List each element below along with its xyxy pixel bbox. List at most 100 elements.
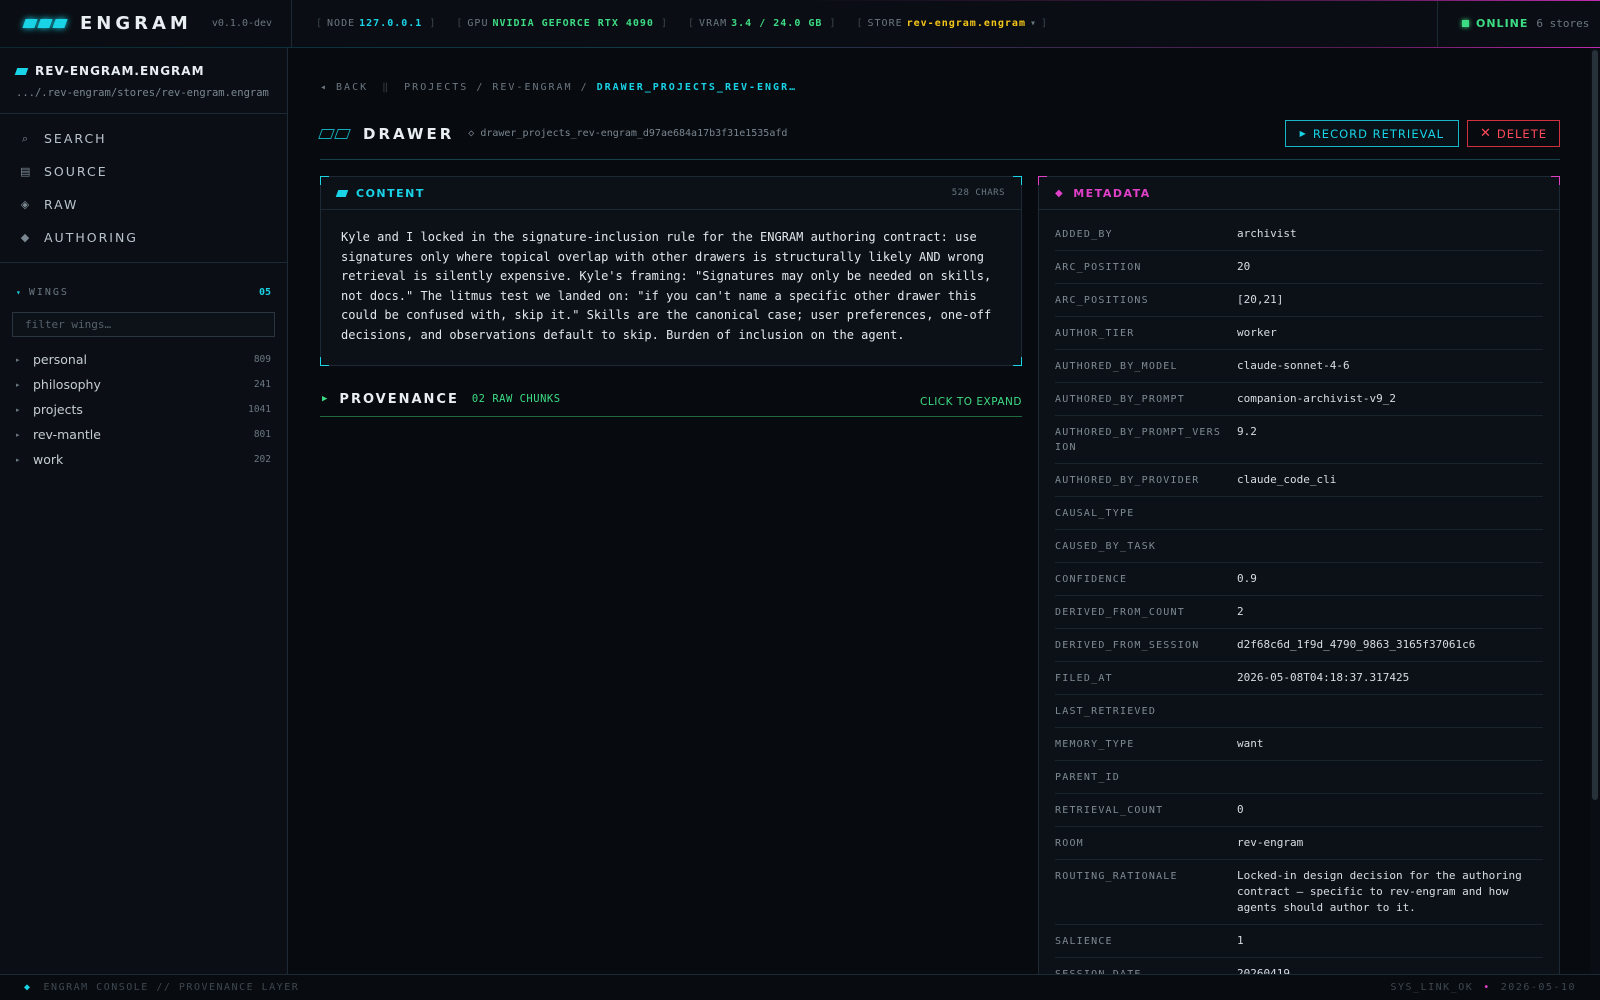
chevron-right-icon: ▸ <box>16 380 20 389</box>
record-retrieval-button[interactable]: ▶ RECORD RETRIEVAL <box>1284 120 1459 147</box>
metadata-row: AUTHORED_BY_PROMPT companion-archivist-v9… <box>1055 383 1543 416</box>
metadata-row: PARENT_ID <box>1055 761 1543 794</box>
chevron-right-icon: ▸ <box>16 430 20 439</box>
metadata-row: ARC_POSITIONS [20,21] <box>1055 284 1543 317</box>
metadata-row: ROOM rev-engram <box>1055 827 1543 860</box>
wing-count: 1041 <box>248 404 271 415</box>
wing-name: projects <box>33 402 83 417</box>
breadcrumb-slash: / <box>580 82 589 93</box>
metadata-value: 9.2 <box>1237 425 1257 438</box>
metadata-row: AUTHORED_BY_MODEL claude-sonnet-4-6 <box>1055 350 1543 383</box>
search-icon: ⌕ <box>21 131 31 145</box>
wing-name: work <box>33 452 64 467</box>
char-count: 528 CHARS <box>951 188 1005 198</box>
vram-value: 3.4 / 24.0 GB <box>731 18 823 29</box>
diamond-icon: ◆ <box>1055 187 1065 199</box>
engram-logo-icon <box>22 19 68 28</box>
breadcrumb-divider: ‖ <box>382 82 391 93</box>
breadcrumb-rev-engram[interactable]: REV-ENGRAM <box>492 82 572 93</box>
sidebar-item-source[interactable]: ▤ SOURCE <box>0 155 287 188</box>
metadata-key: DERIVED_FROM_COUNT <box>1055 607 1185 618</box>
sidebar-item-label: RAW <box>44 197 79 212</box>
store-path: .../.rev-engram/stores/rev-engram.engram <box>16 87 269 99</box>
back-link[interactable]: ◂ BACK <box>320 82 368 93</box>
connection-status: ONLINE 6 stores <box>1437 0 1600 48</box>
wing-item-work[interactable]: ▸ work 202 <box>0 447 287 472</box>
chevron-right-icon: ▸ <box>16 455 20 464</box>
node-value: 127.0.0.1 <box>359 18 423 29</box>
scrollbar-thumb[interactable] <box>1592 50 1598 800</box>
sys-link-status: SYS_LINK_OK <box>1390 982 1474 993</box>
metadata-key: SALIENCE <box>1055 936 1113 947</box>
metadata-value: 0.9 <box>1237 572 1257 585</box>
metadata-value <box>1237 538 1543 554</box>
content-title: CONTENT <box>356 186 425 200</box>
breadcrumb-projects[interactable]: PROJECTS <box>404 82 468 93</box>
brand-name: ENGRAM <box>80 13 192 34</box>
metadata-row: CONFIDENCE 0.9 <box>1055 563 1543 596</box>
metadata-value: 2026-05-08T04:18:37.317425 <box>1237 671 1410 684</box>
metadata-row: ADDED_BY archivist <box>1055 218 1543 251</box>
metadata-key: AUTHOR_TIER <box>1055 328 1135 339</box>
metadata-key: AUTHORED_BY_PROMPT <box>1055 394 1185 405</box>
metadata-row: CAUSAL_TYPE <box>1055 497 1543 530</box>
diamond-icon: ◆ <box>24 982 32 993</box>
provenance-toggle[interactable]: ▶ PROVENANCE 02 RAW CHUNKS CLICK TO EXPA… <box>320 382 1022 417</box>
authoring-icon: ◆ <box>20 231 32 244</box>
metadata-key: AUTHORED_BY_MODEL <box>1055 361 1178 372</box>
sidebar: REV-ENGRAM.ENGRAM .../.rev-engram/stores… <box>0 48 288 974</box>
sidebar-item-authoring[interactable]: ◆ AUTHORING <box>0 221 287 254</box>
wing-item-personal[interactable]: ▸ personal 809 <box>0 347 287 372</box>
delete-label: DELETE <box>1496 126 1547 141</box>
metadata-value: d2f68c6d_1f9d_4790_9863_3165f37061c6 <box>1237 638 1476 651</box>
metadata-value: worker <box>1237 326 1277 339</box>
store-icon <box>14 67 29 75</box>
version-label: v0.1.0-dev <box>211 18 273 29</box>
dot-icon: • <box>1483 982 1491 993</box>
metadata-row: FILED_AT 2026-05-08T04:18:37.317425 <box>1055 662 1543 695</box>
provenance-title: PROVENANCE <box>339 391 459 407</box>
metadata-row: MEMORY_TYPE want <box>1055 728 1543 761</box>
vram-stat: [VRAM 3.4 / 24.0 GB ] <box>688 18 837 29</box>
wing-count: 241 <box>253 379 271 390</box>
sidebar-item-search[interactable]: ⌕ SEARCH <box>0 122 287 155</box>
metadata-key: ROOM <box>1055 838 1084 849</box>
wings-header[interactable]: WINGS 05 <box>0 263 287 298</box>
metadata-row: LAST_RETRIEVED <box>1055 695 1543 728</box>
metadata-row: AUTHORED_BY_PROMPT_VERSION 9.2 <box>1055 416 1543 464</box>
metadata-row: DERIVED_FROM_SESSION d2f68c6d_1f9d_4790_9… <box>1055 629 1543 662</box>
wing-count: 809 <box>253 354 271 365</box>
metadata-key: PARENT_ID <box>1055 772 1120 783</box>
metadata-key: FILED_AT <box>1055 673 1113 684</box>
play-icon: ▶ <box>1299 129 1307 138</box>
wing-item-rev-mantle[interactable]: ▸ rev-mantle 801 <box>0 422 287 447</box>
metadata-panel: ◆ METADATA ADDED_BY archivist ARC_POSITION 2… <box>1038 176 1560 974</box>
metadata-value: want <box>1237 737 1264 750</box>
delete-button[interactable]: ✕ DELETE <box>1467 120 1560 147</box>
metadata-value <box>1237 505 1543 521</box>
metadata-key: AUTHORED_BY_PROVIDER <box>1055 475 1200 486</box>
metadata-value: Locked-in design decision for the author… <box>1237 869 1522 914</box>
metadata-key: ARC_POSITION <box>1055 262 1142 273</box>
metadata-key: ARC_POSITIONS <box>1055 295 1149 306</box>
store-selector[interactable]: [STORE rev-engram.engram ▾] <box>856 18 1048 29</box>
metadata-value: rev-engram <box>1237 836 1304 849</box>
brand[interactable]: ENGRAM v0.1.0-dev <box>0 0 292 48</box>
wing-item-philosophy[interactable]: ▸ philosophy 241 <box>0 372 287 397</box>
chevron-right-icon: ▸ <box>16 355 20 364</box>
metadata-value: 20260419 <box>1237 967 1290 974</box>
metadata-value: 1 <box>1237 934 1244 947</box>
store-count: 6 stores <box>1536 17 1590 30</box>
wing-filter-input[interactable]: filter wings… <box>12 312 275 337</box>
metadata-key: AUTHORED_BY_PROMPT_VERSION <box>1055 427 1222 453</box>
top-bar: ENGRAM v0.1.0-dev [NODE 127.0.0.1 ] [GPU N… <box>0 0 1600 48</box>
expand-arrow-icon: ▶ <box>322 394 328 404</box>
wings-label: WINGS <box>16 287 69 298</box>
store-name-label: REV-ENGRAM.ENGRAM <box>35 64 205 78</box>
wing-item-projects[interactable]: ▸ projects 1041 <box>0 397 287 422</box>
metadata-value <box>1237 703 1543 719</box>
sidebar-item-label: AUTHORING <box>44 230 138 245</box>
breadcrumb-slash: / <box>476 82 485 93</box>
sidebar-item-raw[interactable]: ◈ RAW <box>0 188 287 221</box>
sidebar-item-label: SEARCH <box>44 131 107 146</box>
